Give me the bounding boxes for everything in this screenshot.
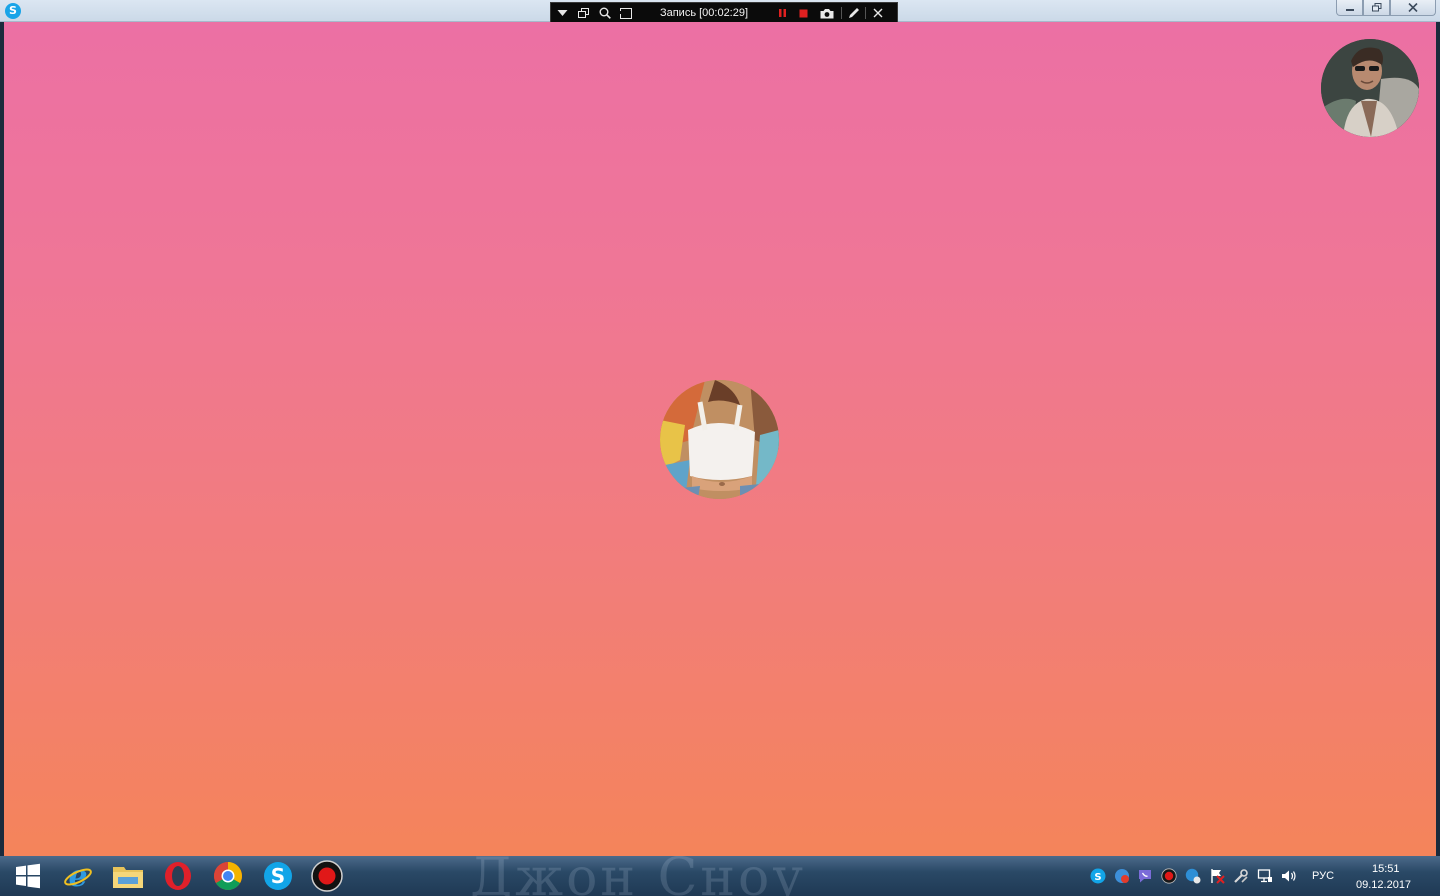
record-tray-icon[interactable] <box>1161 868 1177 884</box>
tools-tray-icon[interactable] <box>1233 868 1249 884</box>
svg-text:S: S <box>271 864 285 888</box>
desktop-screen: S Запись [00:02:29] Джон Сноу e S S РУС … <box>0 0 1440 896</box>
remote-user-avatar[interactable] <box>660 380 779 499</box>
chrome-icon <box>214 862 242 890</box>
sync-tray-icon[interactable] <box>1185 868 1201 884</box>
taskbar-internet-explorer[interactable]: e <box>56 858 100 894</box>
windows-start-icon <box>16 863 40 889</box>
pen-icon <box>848 8 859 18</box>
pause-icon <box>779 9 786 17</box>
file-explorer-icon <box>113 867 143 888</box>
close-icon <box>1408 3 1418 12</box>
self-video-avatar[interactable] <box>1321 39 1419 137</box>
window-controls <box>1336 0 1436 17</box>
taskbar: Джон Сноу e S S РУС 15:51 09.12.2017 <box>0 856 1440 896</box>
toolbar-separator <box>841 7 842 19</box>
window-select-button[interactable] <box>573 3 594 23</box>
toolbar-separator <box>865 7 866 19</box>
skype-icon: S <box>264 862 292 890</box>
recording-status: Запись [00:02:29] <box>659 7 749 19</box>
input-language-indicator[interactable]: РУС <box>1312 870 1334 882</box>
taskbar-file-explorer[interactable] <box>106 858 150 894</box>
taskbar-recorder[interactable] <box>305 858 349 894</box>
recorder-menu-button[interactable] <box>552 3 573 23</box>
self-avatar-photo <box>1321 39 1419 137</box>
skype-tray-icon[interactable]: S <box>1090 868 1106 884</box>
screenshot-button[interactable] <box>814 3 840 23</box>
clock-date[interactable]: 09.12.2017 <box>1356 879 1411 891</box>
opera-icon <box>165 862 191 890</box>
action-center-flag-icon[interactable] <box>1209 868 1225 884</box>
minimize-button[interactable] <box>1336 0 1363 16</box>
taskbar-chrome[interactable] <box>206 858 250 894</box>
volume-icon[interactable] <box>1281 868 1297 884</box>
minimize-icon <box>1345 8 1354 11</box>
stop-icon <box>799 9 808 17</box>
stop-button[interactable] <box>793 3 814 23</box>
window-select-icon <box>578 7 589 18</box>
clock-time[interactable]: 15:51 <box>1372 863 1400 875</box>
remote-avatar-photo <box>660 380 779 499</box>
draw-button[interactable] <box>843 3 864 23</box>
restore-button[interactable] <box>1363 0 1390 16</box>
taskbar-opera[interactable] <box>156 858 200 894</box>
taskbar-skype[interactable]: S <box>256 858 300 894</box>
restore-icon <box>1371 3 1381 12</box>
region-select-icon <box>619 7 632 19</box>
recorder-toolbar: Запись [00:02:29] <box>550 2 898 24</box>
region-select-button[interactable] <box>615 3 636 23</box>
recorder-icon <box>311 860 343 892</box>
viber-tray-icon[interactable] <box>1137 868 1153 884</box>
recorder-close-button[interactable] <box>867 3 888 23</box>
close-icon <box>873 8 882 18</box>
dropdown-arrow-icon <box>557 10 568 16</box>
skype-icon[interactable]: S <box>5 3 21 19</box>
network-icon[interactable] <box>1257 868 1273 884</box>
internet-explorer-icon: e <box>64 861 92 891</box>
zoom-button[interactable] <box>594 3 615 23</box>
camera-icon <box>820 8 834 18</box>
call-view <box>4 22 1436 856</box>
zoom-icon <box>599 7 611 19</box>
update-tray-icon[interactable] <box>1114 868 1130 884</box>
close-button[interactable] <box>1390 0 1436 16</box>
pause-button[interactable] <box>772 3 793 23</box>
start-button[interactable] <box>6 858 50 894</box>
svg-text:S: S <box>1094 872 1101 883</box>
taskbar-wallpaper-text: Джон Сноу <box>470 856 806 896</box>
